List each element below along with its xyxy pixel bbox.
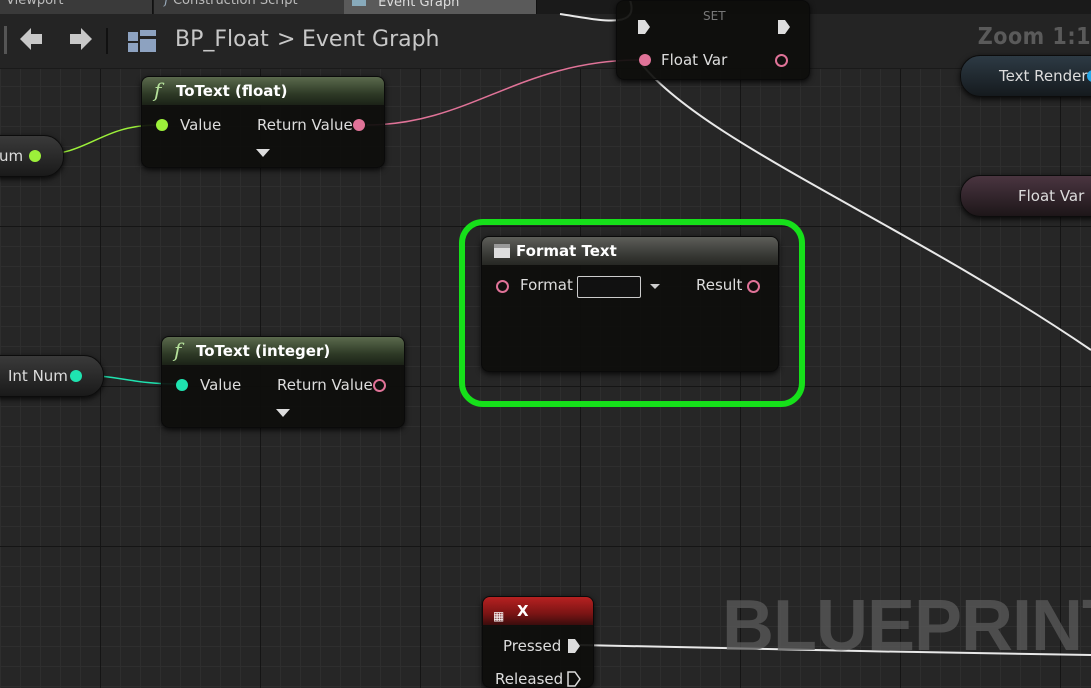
float-num-var-node[interactable]: um bbox=[0, 135, 64, 177]
text-wire-to-set bbox=[366, 59, 641, 126]
set-float-var-out-pin[interactable] bbox=[775, 54, 788, 67]
var-label: Float Var bbox=[1018, 187, 1085, 205]
node-header: f ToText (integer) bbox=[162, 337, 404, 365]
totext-integer-node[interactable]: f ToText (integer) Value Return Value bbox=[161, 336, 405, 428]
format-text-field[interactable] bbox=[577, 276, 641, 298]
return-value-label: Return Value bbox=[277, 376, 373, 394]
totext-float-node[interactable]: f ToText (float) Value Return Value bbox=[141, 76, 385, 168]
float-num-output-pin[interactable] bbox=[29, 150, 41, 162]
node-title: ToText (float) bbox=[176, 82, 288, 100]
function-icon: f bbox=[174, 338, 182, 362]
value-input-pin[interactable] bbox=[156, 119, 168, 131]
set-float-var-label: Float Var bbox=[661, 51, 728, 69]
value-label: Value bbox=[200, 376, 242, 394]
format-input-pin[interactable] bbox=[496, 280, 509, 293]
released-label: Released bbox=[495, 670, 564, 688]
keyboard-icon: ▦ bbox=[493, 609, 505, 623]
text-render-var-node[interactable]: Text Render bbox=[960, 55, 1091, 97]
node-header: Format Text bbox=[482, 237, 778, 265]
set-node[interactable]: SET Float Var bbox=[616, 0, 810, 80]
value-input-pin[interactable] bbox=[176, 379, 188, 391]
int-num-output-pin[interactable] bbox=[70, 370, 82, 382]
result-label: Result bbox=[696, 276, 743, 294]
expand-arrow-icon[interactable] bbox=[256, 149, 270, 157]
var-label: Int Num bbox=[8, 367, 68, 385]
format-text-node[interactable]: Format Text Format Result bbox=[481, 236, 779, 372]
value-label: Value bbox=[180, 116, 222, 134]
x-key-event-node[interactable]: ▦ X Pressed Released bbox=[482, 596, 594, 688]
expand-arrow-icon[interactable] bbox=[276, 409, 290, 417]
format-text-icon bbox=[494, 244, 510, 258]
return-value-label: Return Value bbox=[257, 116, 353, 134]
node-title: Format Text bbox=[516, 242, 617, 260]
var-label: Text Render bbox=[999, 67, 1088, 85]
set-node-title: SET bbox=[703, 9, 726, 23]
return-value-pin[interactable] bbox=[353, 119, 365, 131]
format-label: Format bbox=[520, 276, 573, 294]
return-value-pin[interactable] bbox=[373, 379, 386, 392]
pressed-label: Pressed bbox=[503, 637, 562, 655]
node-header: ▦ X bbox=[483, 597, 593, 625]
pressed-exec-pin[interactable] bbox=[567, 638, 581, 654]
blueprint-watermark: BLUEPRINT bbox=[722, 586, 1091, 666]
exec-out-pin[interactable] bbox=[777, 19, 791, 35]
node-header: f ToText (float) bbox=[142, 77, 384, 105]
node-title: ToText (integer) bbox=[196, 342, 331, 360]
released-exec-pin[interactable] bbox=[567, 671, 581, 687]
var-label: um bbox=[0, 147, 24, 165]
exec-in-pin[interactable] bbox=[637, 19, 651, 35]
set-float-var-in-pin[interactable] bbox=[639, 54, 651, 66]
node-title: X bbox=[517, 602, 529, 620]
function-icon: f bbox=[154, 78, 162, 102]
result-output-pin[interactable] bbox=[747, 280, 760, 293]
float-var-var-node[interactable]: Float Var bbox=[960, 175, 1091, 217]
dropdown-arrow-icon[interactable] bbox=[650, 284, 660, 289]
int-num-var-node[interactable]: Int Num bbox=[0, 355, 104, 397]
